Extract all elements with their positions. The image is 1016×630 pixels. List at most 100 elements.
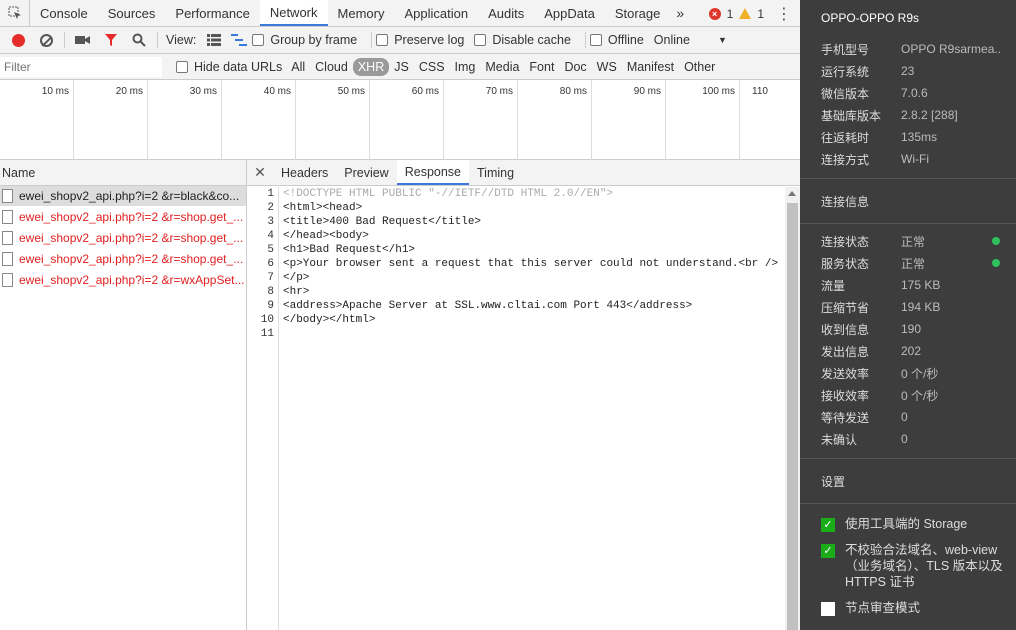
filter-bar: Hide data URLs AllCloudXHRJSCSSImgMediaF… (0, 54, 800, 80)
tab-audits[interactable]: Audits (478, 0, 534, 26)
settings-option-label: 节点审查模式 (845, 601, 921, 615)
filter-type-js[interactable]: JS (389, 58, 414, 76)
line-number: 5 (267, 244, 274, 256)
network-overview-timeline[interactable]: 10 ms 20 ms 30 ms 40 ms 50 ms 60 ms 70 ms 80 ms… (0, 80, 800, 160)
line-number: 6 (267, 258, 274, 270)
info-key: 压缩节省 (821, 300, 870, 315)
screenshot-button[interactable] (69, 27, 97, 53)
waterfall-icon (231, 34, 248, 46)
response-viewer[interactable]: 1 2 3 4 5 6 7 8 9 10 11 <!DOCTYPE HTML PUBLIC "-//… (247, 187, 785, 630)
hide-data-urls-checkbox[interactable]: Hide data URLs (176, 60, 282, 74)
settings-option-checkbox[interactable]: ✓ 使用工具端的 Storage (800, 516, 1016, 532)
info-value: 202 (901, 344, 922, 358)
chevron-down-icon: ▼ (717, 35, 727, 45)
filter-type-all[interactable]: All (286, 58, 310, 76)
warning-count: 1 (757, 6, 764, 21)
filter-type-xhr[interactable]: XHR (352, 57, 390, 76)
request-row[interactable]: ewei_shopv2_api.php?i=2 &r=wxAppSet... (0, 270, 246, 291)
line-number: 2 (267, 202, 274, 214)
request-row[interactable]: ewei_shopv2_api.php?i=2 &r=shop.get_... (0, 228, 246, 249)
timeline-tick-label: 70 ms (444, 80, 518, 160)
timeline-tick-label: 100 ms (666, 80, 740, 160)
request-name: ewei_shopv2_api.php?i=2 &r=black&co... (19, 189, 240, 203)
timeline-tick-label: 20 ms (74, 80, 148, 160)
filter-type-img[interactable]: Img (450, 58, 481, 76)
console-counters[interactable]: × 1 1 (708, 0, 764, 27)
tab-performance[interactable]: Performance (165, 0, 259, 26)
clear-button[interactable] (32, 27, 60, 53)
resource-type-filters: All Cloud XHR JS CSS Img Media Font Doc WS Manifes… (286, 57, 720, 76)
tab-memory[interactable]: Memory (328, 0, 395, 26)
filter-type-manifest[interactable]: Manifest (622, 58, 679, 76)
tab-sources[interactable]: Sources (98, 0, 166, 26)
line-number: 1 (267, 188, 274, 200)
info-row: 手机型号 OPPO R9sarmea... (800, 38, 1016, 60)
close-icon[interactable]: ✕ (247, 160, 273, 185)
kebab-menu-icon[interactable]: ⋮ (776, 0, 792, 27)
tab-application[interactable]: Application (394, 0, 478, 26)
checkbox-icon (589, 34, 602, 46)
device-info: 手机型号 OPPO R9sarmea... 运行系统 23 微信版本 7.0.6 基础库版本… (800, 36, 1016, 178)
tab-console[interactable]: Console (30, 0, 98, 26)
request-list: Name ewei_shopv2_api.php?i=2 &r=black&co… (0, 160, 247, 630)
filter-type-doc[interactable]: Doc (559, 58, 591, 76)
filter-type-css[interactable]: CSS (414, 58, 450, 76)
vertical-scrollbar[interactable] (785, 187, 800, 630)
scrollbar-thumb[interactable] (787, 203, 798, 630)
disable-cache-label: Disable cache (492, 33, 571, 47)
filter-type-other[interactable]: Other (679, 58, 720, 76)
detail-tab-response[interactable]: Response (396, 160, 470, 185)
info-value: 23 (901, 64, 915, 78)
info-value: 7.0.6 (901, 86, 928, 100)
name-column-header[interactable]: Name (0, 160, 246, 186)
info-row: 发送效率 0 个/秒 (800, 362, 1016, 384)
tab-network[interactable]: Network (259, 0, 328, 26)
more-tabs-icon[interactable]: » (670, 0, 690, 26)
timeline-tick-label: 90 ms (592, 80, 666, 160)
checkbox-icon (176, 60, 188, 73)
info-row: 连接状态 正常 (800, 230, 1016, 252)
info-row: 收到信息 190 (800, 318, 1016, 340)
hide-data-urls-label: Hide data URLs (194, 59, 283, 74)
detail-tab-timing[interactable]: Timing (469, 160, 522, 185)
group-by-frame-checkbox[interactable]: Group by frame (252, 33, 357, 47)
line-number: 10 (260, 314, 274, 326)
filter-type-media[interactable]: Media (480, 58, 524, 76)
filter-type-ws[interactable]: WS (592, 58, 622, 76)
preserve-log-checkbox[interactable]: Preserve log (376, 33, 464, 47)
detail-tab-headers[interactable]: Headers (273, 160, 336, 185)
settings-option-checkbox[interactable]: 节点审查模式 (800, 600, 1016, 616)
settings-option-checkbox[interactable]: ✓ 不校验合法域名、web-view（业务域名）、TLS 版本以及 HTTPS 证… (800, 542, 1016, 590)
scroll-up-icon[interactable] (788, 191, 796, 196)
tab-appdata[interactable]: AppData (534, 0, 605, 26)
response-line (283, 327, 778, 341)
request-row[interactable]: ewei_shopv2_api.php?i=2 &r=shop.get_... (0, 249, 246, 270)
error-icon: × (708, 7, 721, 20)
file-icon (2, 273, 13, 287)
tab-storage[interactable]: Storage (605, 0, 671, 26)
detail-tab-preview[interactable]: Preview (336, 160, 396, 185)
large-rows-toggle[interactable] (202, 27, 226, 53)
request-name: ewei_shopv2_api.php?i=2 &r=shop.get_... (19, 231, 244, 245)
info-value: OPPO R9sarmea... (901, 42, 1001, 56)
inspect-element-icon[interactable] (0, 0, 30, 26)
filter-input[interactable] (0, 56, 162, 77)
record-button[interactable] (4, 27, 32, 53)
filter-type-cloud[interactable]: Cloud (310, 58, 353, 76)
request-rows: ewei_shopv2_api.php?i=2 &r=black&co... ew… (0, 186, 246, 291)
search-button[interactable] (125, 27, 153, 53)
file-icon (2, 210, 13, 224)
line-number: 8 (267, 286, 274, 298)
disable-cache-checkbox[interactable]: Disable cache (474, 33, 571, 47)
throttling-select[interactable]: Online ▼ (654, 33, 727, 47)
device-title: OPPO-OPPO R9s (821, 11, 920, 25)
request-row[interactable]: ewei_shopv2_api.php?i=2 &r=shop.get_... (0, 207, 246, 228)
info-key: 流量 (821, 278, 846, 293)
settings-heading: 设置 (821, 474, 846, 489)
filter-type-font[interactable]: Font (524, 58, 559, 76)
offline-checkbox[interactable]: Offline (589, 33, 644, 47)
info-key: 运行系统 (821, 64, 870, 79)
filter-button[interactable] (97, 27, 125, 53)
request-row[interactable]: ewei_shopv2_api.php?i=2 &r=black&co... (0, 186, 246, 207)
overview-toggle[interactable] (226, 27, 252, 53)
